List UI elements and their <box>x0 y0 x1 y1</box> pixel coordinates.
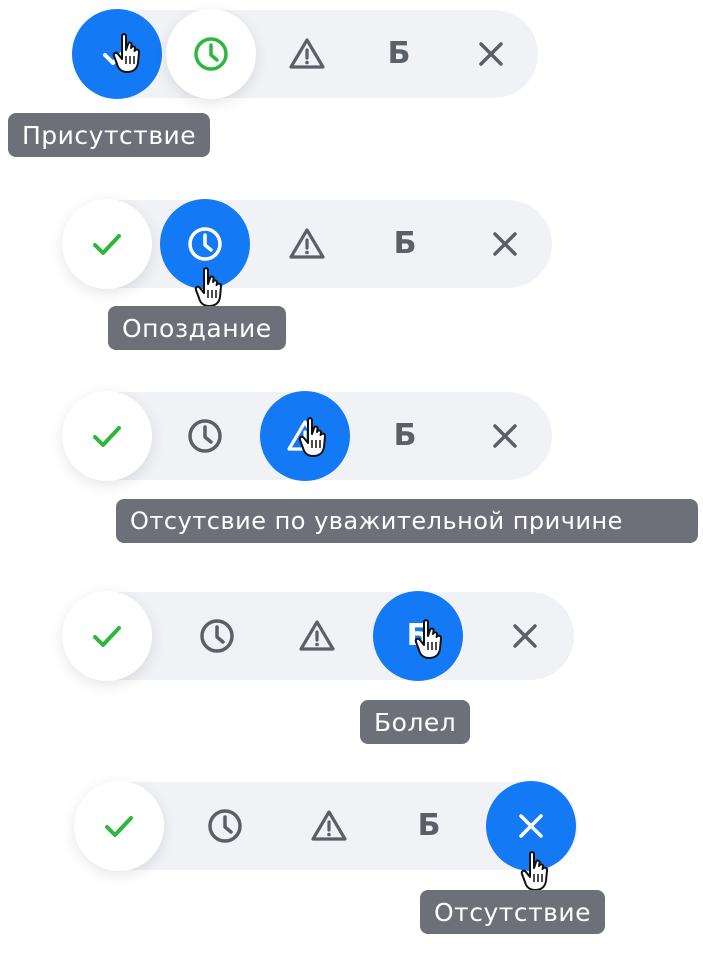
letter-b-icon: Б <box>387 36 411 71</box>
warning-triangle-icon <box>311 810 347 841</box>
check-icon <box>105 816 133 837</box>
late-button[interactable] <box>180 781 270 871</box>
present-button[interactable] <box>74 781 164 871</box>
absent-button[interactable] <box>460 391 550 481</box>
warning-triangle-icon <box>299 620 335 651</box>
attendance-row-late: Б Опоздание <box>0 190 703 390</box>
clock-icon <box>188 419 222 453</box>
present-button[interactable] <box>72 9 162 99</box>
close-icon <box>479 42 503 66</box>
sick-button[interactable]: Б <box>384 781 474 871</box>
late-button[interactable] <box>172 591 262 681</box>
letter-b-icon: Б <box>393 226 417 261</box>
tooltip-absent: Отсутствие <box>420 890 606 934</box>
letter-b-icon: Б <box>406 618 430 653</box>
excused-button[interactable] <box>262 199 352 289</box>
sick-button[interactable]: Б <box>360 391 450 481</box>
absent-button[interactable] <box>480 591 570 681</box>
warning-triangle-icon <box>287 420 323 451</box>
close-icon <box>519 814 543 838</box>
letter-b-icon: Б <box>417 808 441 843</box>
attendance-row-excused: Б Отсутсвие по уважительной причине <box>0 380 703 580</box>
warning-triangle-icon <box>289 228 325 259</box>
excused-button[interactable] <box>272 591 362 681</box>
tooltip-late: Опоздание <box>108 306 286 350</box>
letter-b-icon: Б <box>393 418 417 453</box>
close-icon <box>513 624 537 648</box>
tooltip-excused: Отсутсвие по уважительной причине <box>116 499 698 543</box>
excused-button[interactable] <box>284 781 374 871</box>
attendance-row-present: Б Присутствие <box>0 0 703 200</box>
tooltip-present: Присутствие <box>8 113 211 157</box>
absent-button[interactable] <box>446 9 536 99</box>
close-icon <box>493 424 517 448</box>
late-button[interactable] <box>166 9 256 99</box>
present-button[interactable] <box>62 391 152 481</box>
absent-button[interactable] <box>460 199 550 289</box>
excused-button[interactable] <box>262 9 352 99</box>
late-button[interactable] <box>160 199 250 289</box>
warning-triangle-icon <box>289 38 325 69</box>
clock-icon <box>208 809 242 843</box>
sick-button[interactable]: Б <box>354 9 444 99</box>
clock-icon <box>188 227 222 261</box>
check-icon <box>93 626 121 647</box>
check-icon <box>93 426 121 447</box>
late-button[interactable] <box>160 391 250 481</box>
present-button[interactable] <box>62 591 152 681</box>
clock-icon <box>194 37 228 71</box>
present-button[interactable] <box>62 199 152 289</box>
check-icon <box>93 234 121 255</box>
absent-button[interactable] <box>486 781 576 871</box>
close-icon <box>493 232 517 256</box>
tooltip-sick: Болел <box>360 700 471 744</box>
sick-button[interactable]: Б <box>360 199 450 289</box>
attendance-row-sick: Б Болел <box>0 580 703 780</box>
check-icon <box>103 44 131 65</box>
clock-icon <box>200 619 234 653</box>
attendance-row-absent: Б Отсутствие <box>0 770 703 970</box>
excused-button[interactable] <box>260 391 350 481</box>
sick-button[interactable]: Б <box>373 591 463 681</box>
